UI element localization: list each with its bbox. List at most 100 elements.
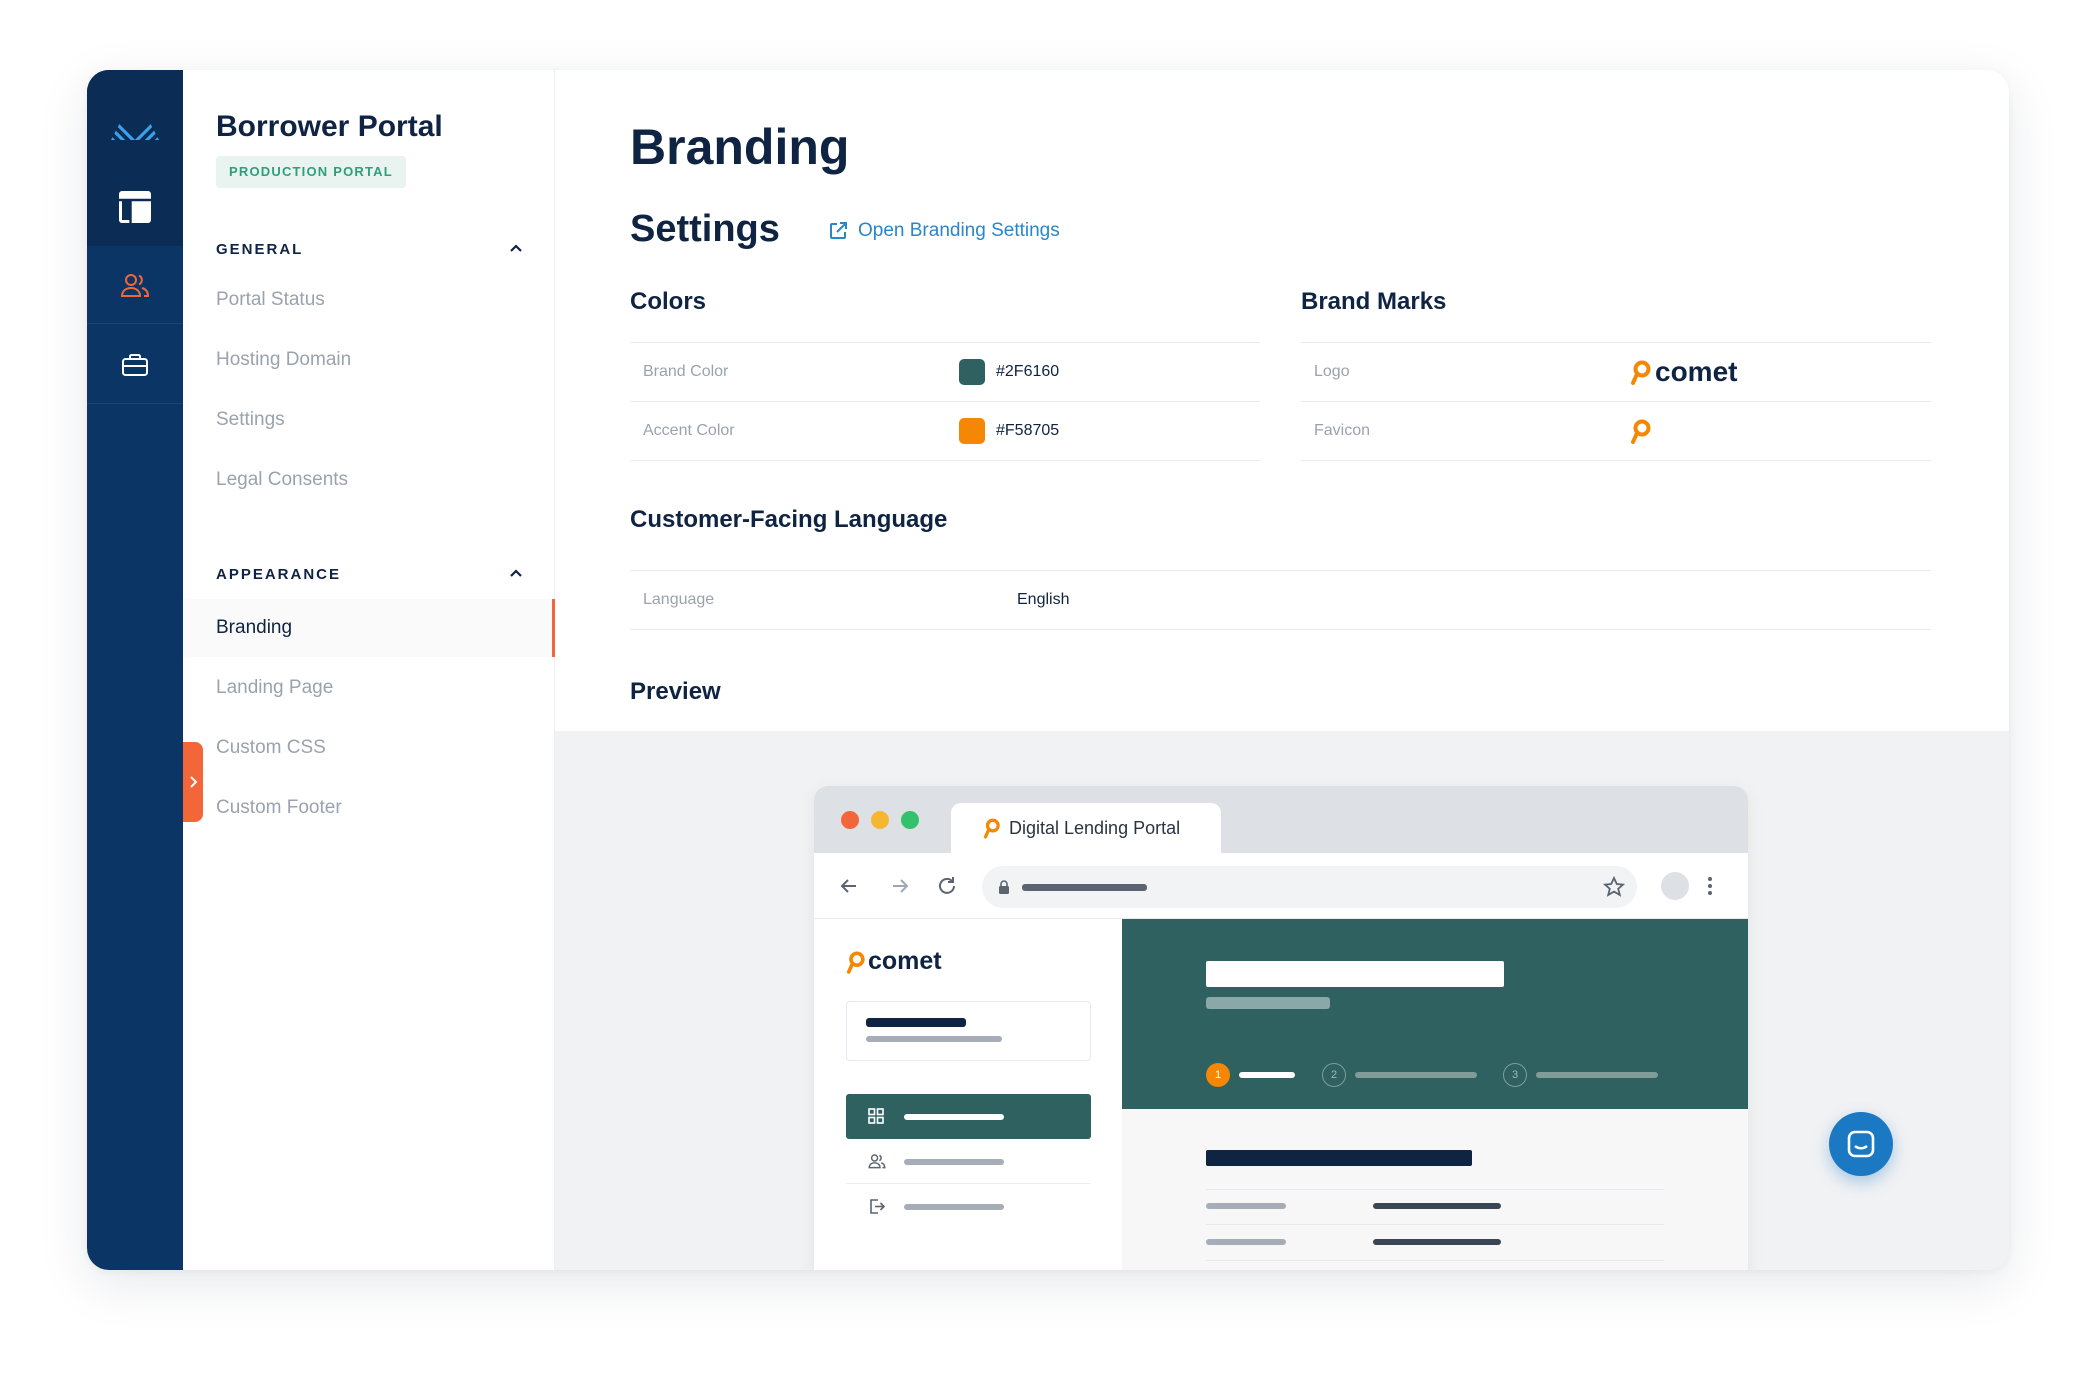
users-nav-button[interactable] xyxy=(87,246,183,324)
colors-heading: Colors xyxy=(630,288,707,315)
grid-icon xyxy=(868,1108,884,1124)
language-row: Language English xyxy=(630,571,1931,630)
users-icon xyxy=(868,1154,886,1169)
chevron-up-icon[interactable] xyxy=(506,563,526,583)
comet-mark-icon xyxy=(846,951,865,974)
page-title: Branding xyxy=(630,119,850,175)
window-close-dot xyxy=(841,811,859,829)
preview-nav-item xyxy=(846,1184,1091,1229)
language-label: Language xyxy=(643,591,715,608)
placeholder-bar xyxy=(1373,1239,1501,1245)
brand-color-row: Brand Color #2F6160 xyxy=(630,343,1260,402)
placeholder-bar xyxy=(1536,1072,1658,1078)
logo-label: Logo xyxy=(1314,363,1350,380)
preview-sidebar: comet xyxy=(814,919,1122,1270)
open-branding-settings-link[interactable]: Open Branding Settings xyxy=(828,220,1060,242)
forward-arrow-icon xyxy=(893,879,909,893)
comet-mark-icon xyxy=(1631,360,1651,385)
status-badge: PRODUCTION PORTAL xyxy=(216,156,406,188)
accent-color-label: Accent Color xyxy=(643,422,735,439)
chevron-right-icon xyxy=(190,776,198,788)
reload-icon xyxy=(939,877,955,894)
brand-marks-table: Logo comet Favicon xyxy=(1301,342,1931,461)
placeholder-bar xyxy=(866,1036,1002,1042)
section-header-appearance[interactable]: APPEARANCE xyxy=(216,566,526,583)
settings-heading: Settings xyxy=(630,208,780,250)
browser-tab-bar: Digital Lending Portal xyxy=(814,786,1748,853)
favicon-preview xyxy=(1630,418,1652,444)
favicon-row: Favicon xyxy=(1301,402,1931,461)
placeholder-bar xyxy=(1206,1203,1286,1209)
language-heading: Customer-Facing Language xyxy=(630,506,948,533)
briefcase-icon xyxy=(122,353,148,376)
browser-address-bar xyxy=(814,853,1748,919)
sidebar-item-legal-consents[interactable]: Legal Consents xyxy=(183,451,555,509)
brand-color-swatch xyxy=(959,359,985,385)
url-field xyxy=(982,866,1637,908)
app-window: Borrower Portal PRODUCTION PORTAL GENERA… xyxy=(87,70,2009,1270)
language-table: Language English xyxy=(630,570,1931,630)
layout-nav-button[interactable] xyxy=(87,168,183,246)
sidebar-item-custom-css[interactable]: Custom CSS xyxy=(183,719,555,777)
main-content: Branding Settings Open Branding Settings… xyxy=(555,70,2009,1270)
briefcase-nav-button[interactable] xyxy=(87,326,183,404)
preview-main: 1 2 3 xyxy=(1122,919,1748,1270)
layout-icon xyxy=(119,191,151,223)
placeholder-bar xyxy=(1373,1203,1501,1209)
placeholder-bar xyxy=(1206,1239,1286,1245)
logo-icon[interactable] xyxy=(109,92,161,142)
brand-marks-heading: Brand Marks xyxy=(1301,288,1447,315)
preview-heading: Preview xyxy=(630,678,721,705)
step-indicator: 1 xyxy=(1206,1063,1230,1087)
preview-nav-item xyxy=(846,1139,1091,1184)
favicon-label: Favicon xyxy=(1314,422,1371,439)
portal-title: Borrower Portal xyxy=(216,110,443,143)
preview-area: Digital Lending Portal comet 1 2 3 xyxy=(555,731,2009,1270)
brand-color-label: Brand Color xyxy=(643,363,729,380)
expand-sidebar-button[interactable] xyxy=(183,742,203,822)
placeholder-bar xyxy=(866,1018,966,1027)
kebab-menu-icon xyxy=(1708,877,1712,895)
preview-divider xyxy=(1206,1260,1664,1261)
placeholder-bar xyxy=(904,1204,1004,1210)
logout-icon xyxy=(870,1199,885,1214)
chat-launcher-button[interactable] xyxy=(1829,1112,1893,1176)
sidebar-item-landing-page[interactable]: Landing Page xyxy=(183,659,555,717)
window-maximize-dot xyxy=(901,811,919,829)
section-header-general[interactable]: GENERAL xyxy=(216,241,526,258)
preview-account-card xyxy=(846,1001,1091,1061)
placeholder-bar xyxy=(904,1114,1004,1120)
browser-preview: Digital Lending Portal comet 1 2 3 xyxy=(814,786,1748,1270)
chevron-up-icon[interactable] xyxy=(506,238,526,258)
external-link-icon xyxy=(830,222,847,239)
window-minimize-dot xyxy=(871,811,889,829)
brand-color-value: #2F6160 xyxy=(959,359,1059,385)
placeholder-bar xyxy=(1355,1072,1477,1078)
sidebar-item-branding[interactable]: Branding xyxy=(183,599,555,657)
placeholder-bar xyxy=(1239,1072,1295,1078)
placeholder-bar xyxy=(1206,1150,1472,1166)
placeholder-bar xyxy=(904,1159,1004,1165)
preview-divider xyxy=(1206,1224,1664,1225)
icon-rail xyxy=(87,70,183,1270)
colors-table: Brand Color #2F6160 Accent Color #F58705 xyxy=(630,342,1260,461)
preview-divider xyxy=(1206,1189,1664,1190)
browser-tab: Digital Lending Portal xyxy=(951,803,1221,853)
back-arrow-icon xyxy=(840,879,856,893)
logo-preview: comet xyxy=(1630,356,1737,388)
portal-sidebar: Borrower Portal PRODUCTION PORTAL GENERA… xyxy=(183,70,555,1270)
comet-mark-icon xyxy=(983,818,1000,839)
url-placeholder-bar xyxy=(1022,884,1147,891)
placeholder-bar xyxy=(1206,961,1504,987)
sidebar-item-settings[interactable]: Settings xyxy=(183,391,555,449)
accent-color-row: Accent Color #F58705 xyxy=(630,402,1260,461)
preview-nav-active xyxy=(846,1094,1091,1139)
step-indicator: 2 xyxy=(1322,1063,1346,1087)
comet-mark-icon xyxy=(1631,419,1651,444)
preview-hero: 1 2 3 xyxy=(1122,919,1748,1109)
step-indicator: 3 xyxy=(1503,1063,1527,1087)
sidebar-item-custom-footer[interactable]: Custom Footer xyxy=(183,779,555,837)
sidebar-item-hosting-domain[interactable]: Hosting Domain xyxy=(183,331,555,389)
preview-logo: comet xyxy=(846,947,942,976)
sidebar-item-portal-status[interactable]: Portal Status xyxy=(183,271,555,329)
